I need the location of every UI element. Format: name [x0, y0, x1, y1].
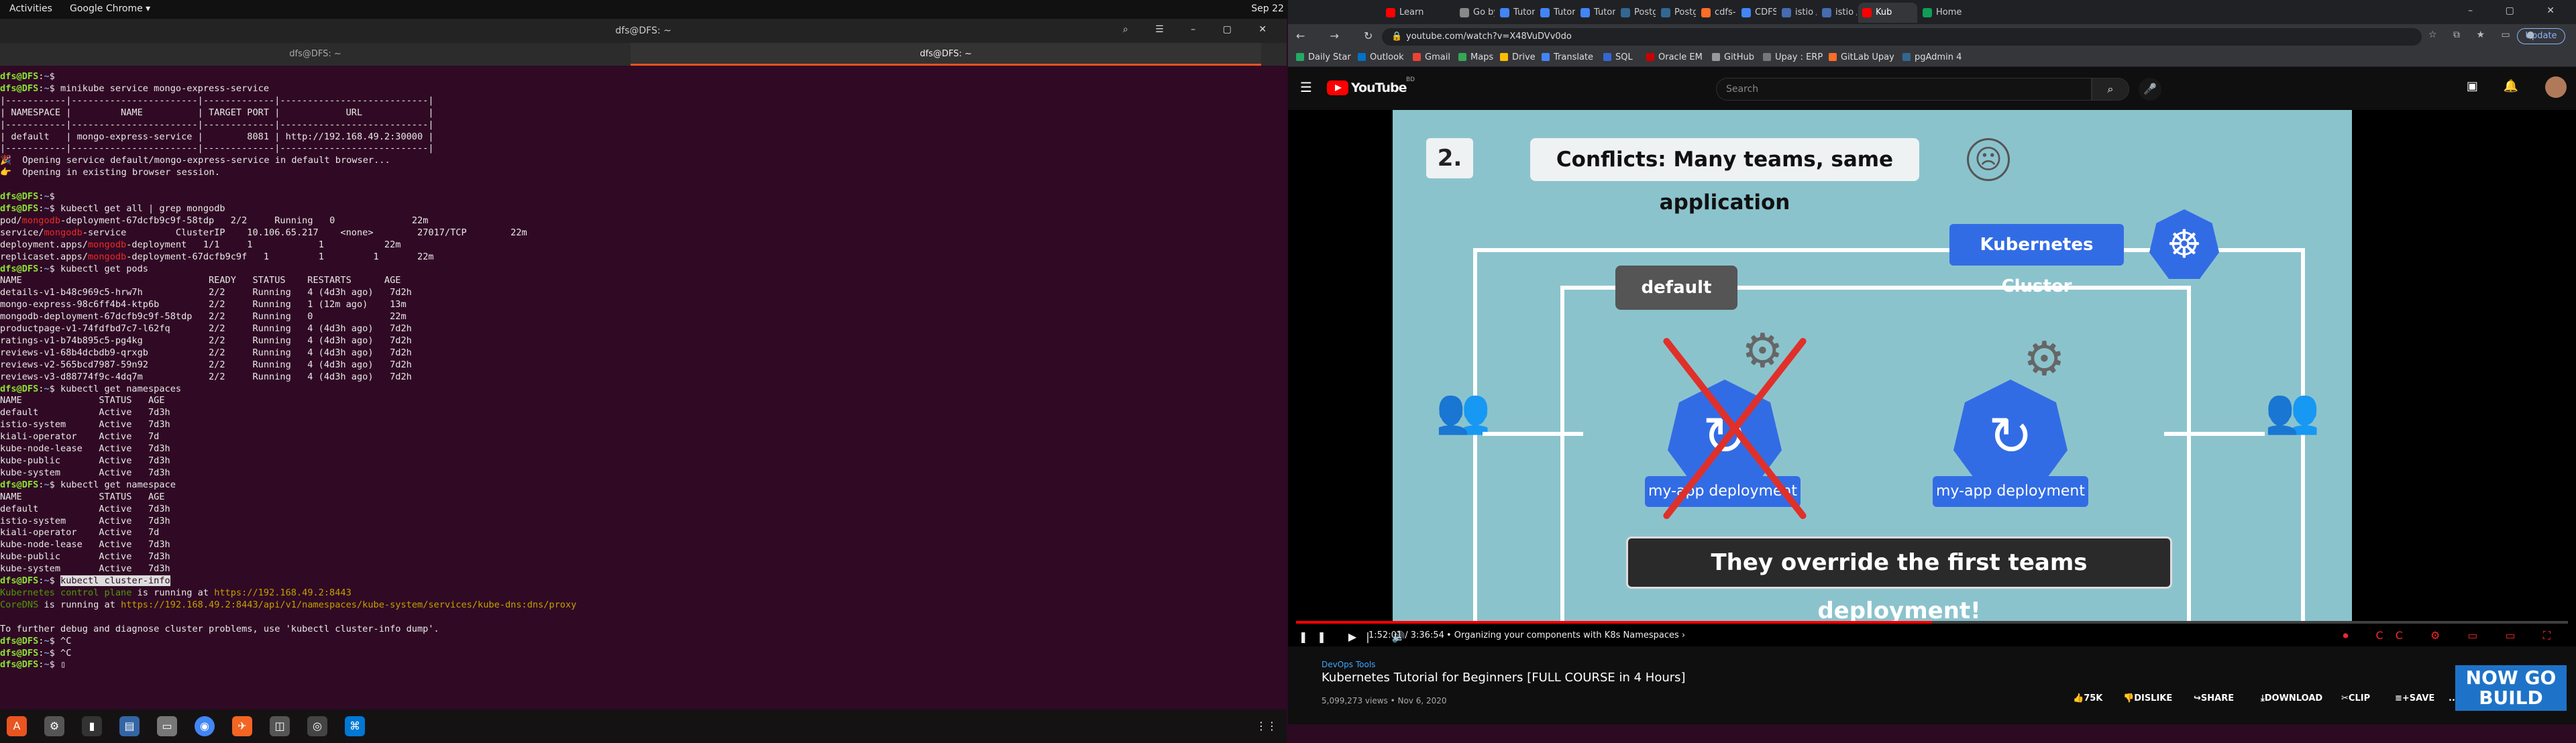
- browser-tab[interactable]: Postg: [1617, 3, 1656, 23]
- browser-tab[interactable]: Go by: [1456, 3, 1495, 23]
- bookmark[interactable]: GitLab Upay: [1829, 52, 1894, 62]
- browser-tab[interactable]: istio /: [1818, 3, 1857, 23]
- youtube-header: ☰ YouTube BD Search ⌕ 🎤 ▣ 🔔: [1288, 67, 2576, 110]
- deployment-label: my-app deployment: [1933, 476, 2088, 507]
- progress-bar[interactable]: [1296, 621, 2568, 624]
- browser-tab[interactable]: Tutori: [1496, 3, 1535, 23]
- bookmark[interactable]: Translate: [1542, 52, 1593, 62]
- terminal-output[interactable]: dfs@DFS:~$ dfs@DFS:~$ minikube service m…: [0, 71, 1287, 715]
- lock-icon: 🔒: [1391, 32, 1403, 42]
- video-frame: 2. Conflicts: Many teams, same applicati…: [1393, 110, 2352, 624]
- bookmark[interactable]: Daily Star: [1296, 52, 1351, 62]
- bookmark[interactable]: Maps: [1458, 52, 1493, 62]
- address-bar[interactable]: 🔒 youtube.com/watch?v=X48VuDVv0do: [1382, 28, 2422, 46]
- browser-tab[interactable]: Tutori: [1576, 3, 1615, 23]
- browser-tab[interactable]: cdfs-i: [1697, 3, 1736, 23]
- screenshot-icon[interactable]: ◫: [270, 716, 290, 736]
- terminal-tab-1[interactable]: dfs@DFS: ~: [0, 43, 631, 66]
- tab-strip: Learn Go by Tutori Tutori Tutori Postg P…: [1288, 0, 2576, 24]
- gear-icon: ⚙: [2023, 331, 2065, 386]
- view-count: 5,099,273 views • Nov 6, 2020: [1322, 696, 1447, 705]
- header-actions[interactable]: ▣ 🔔: [2467, 79, 2529, 93]
- team-people-icon: 👥: [2265, 385, 2320, 437]
- app-menu[interactable]: Google Chrome ▾: [70, 3, 150, 14]
- app-grid-icon[interactable]: ⋮⋮: [1256, 716, 1277, 736]
- window-controls[interactable]: – ▢ ✕: [2468, 5, 2569, 16]
- video-meta: DevOps Tools Kubernetes Tutorial for Beg…: [1288, 646, 2576, 724]
- bookmark[interactable]: Oracle EM: [1646, 52, 1703, 62]
- bookmark[interactable]: Gmail: [1413, 52, 1450, 62]
- player-controls: ❚❚ ▶| 🔊 1:52:01 / 3:36:54 • Organizing y…: [1288, 621, 2576, 646]
- progress-fill: [1296, 621, 1932, 624]
- folder-icon[interactable]: ▭: [157, 716, 177, 736]
- like-button[interactable]: 👍 75K: [2073, 693, 2102, 703]
- share-button[interactable]: ↪ SHARE: [2194, 693, 2234, 703]
- terminal-tabs: dfs@DFS: ~ dfs@DFS: ~: [0, 43, 1287, 66]
- bookmark[interactable]: pgAdmin 4: [1902, 52, 1962, 62]
- player-settings[interactable]: ⏺ CC ⚙ ▭ ▭ ⛶: [2343, 629, 2563, 642]
- ad-banner[interactable]: NOW GO BUILD: [2455, 665, 2567, 711]
- slide-number: 2.: [1426, 138, 1473, 178]
- bookmark[interactable]: Upay : ERP: [1763, 52, 1823, 62]
- bookmarks-bar: Daily Star Outlook Gmail Maps Drive Tran…: [1288, 48, 2576, 67]
- browser-tab[interactable]: CDFS: [1737, 3, 1776, 23]
- browser-tab[interactable]: Postg: [1657, 3, 1696, 23]
- bookmark[interactable]: Outlook: [1358, 52, 1404, 62]
- arrow-icon: [1483, 432, 1583, 436]
- terminal-tab-2[interactable]: dfs@DFS: ~: [631, 43, 1261, 66]
- terminal-window[interactable]: dfs@DFS: ~ ⌕ ☰ – ▢ ✕ dfs@DFS: ~ dfs@DFS:…: [0, 19, 1287, 743]
- update-button[interactable]: Update: [2517, 28, 2565, 44]
- slide-heading: Conflicts: Many teams, same application: [1530, 138, 1919, 215]
- activities-button[interactable]: Activities: [9, 3, 52, 14]
- video-player[interactable]: 2. Conflicts: Many teams, same applicati…: [1288, 110, 2576, 646]
- bookmark[interactable]: GitHub: [1712, 52, 1754, 62]
- terminal-icon[interactable]: ▮: [82, 716, 102, 736]
- youtube-logo-icon[interactable]: [1327, 80, 1348, 95]
- files-icon[interactable]: ▤: [119, 716, 140, 736]
- mic-icon[interactable]: 🎤: [2139, 78, 2161, 101]
- sad-face-icon: ☹: [1967, 138, 2010, 181]
- browser-tab[interactable]: istio /: [1778, 3, 1817, 23]
- hamburger-menu-icon[interactable]: ☰: [1300, 79, 1312, 95]
- terminal-title: dfs@DFS: ~: [615, 25, 672, 36]
- search-input[interactable]: Search: [1716, 78, 2092, 101]
- bookmark[interactable]: Drive: [1500, 52, 1536, 62]
- arrow-icon: [2164, 432, 2265, 436]
- chrome-icon[interactable]: ◉: [195, 716, 215, 736]
- chapter-title[interactable]: • Organizing your components with K8s Na…: [1446, 630, 1685, 640]
- youtube-logo-text[interactable]: YouTube: [1351, 80, 1407, 95]
- video-title: Kubernetes Tutorial for Beginners [FULL …: [1322, 671, 1686, 685]
- dbeaver-icon[interactable]: ◎: [307, 716, 327, 736]
- download-button[interactable]: ⤓ DOWNLOAD: [2261, 693, 2322, 703]
- save-button[interactable]: ≡+ SAVE: [2395, 693, 2434, 703]
- cluster-label: Kubernetes Cluster: [1949, 224, 2124, 296]
- time-display: 1:52:01 / 3:36:54: [1368, 630, 1444, 640]
- browser-tab-active[interactable]: Kub: [1858, 3, 1917, 23]
- terminal-titlebar: dfs@DFS: ~ ⌕ ☰ – ▢ ✕: [0, 19, 1287, 43]
- clip-button[interactable]: ✂ CLIP: [2341, 693, 2370, 703]
- dislike-button[interactable]: 👎 DISLIKE: [2123, 693, 2172, 703]
- browser-tab[interactable]: Learn: [1382, 3, 1456, 23]
- team-people-icon: 👥: [1436, 385, 1491, 437]
- bookmark[interactable]: SQL: [1603, 52, 1633, 62]
- postman-icon[interactable]: ✈: [232, 716, 252, 736]
- country-code: BD: [1406, 76, 1415, 83]
- browser-tab[interactable]: Tutori: [1536, 3, 1575, 23]
- vscode-icon[interactable]: ⌘: [345, 716, 365, 736]
- toolbar: ← → ↻ ⌂ 🔒 youtube.com/watch?v=X48VuDVv0do…: [1288, 24, 2576, 48]
- settings-icon[interactable]: ⚙: [44, 716, 64, 736]
- channel-name[interactable]: DevOps Tools: [1322, 660, 1375, 669]
- ubuntu-software-icon[interactable]: A: [7, 716, 27, 736]
- search-button[interactable]: ⌕: [2092, 78, 2129, 101]
- dock: A ⚙ ▮ ▤ ▭ ◉ ✈ ◫ ◎ ⌘ ⋮⋮: [0, 709, 1287, 743]
- namespace-label: default: [1615, 266, 1737, 310]
- avatar[interactable]: [2545, 76, 2567, 98]
- chrome-window: Learn Go by Tutori Tutori Tutori Postg P…: [1288, 0, 2576, 724]
- browser-tab[interactable]: Home: [1919, 3, 1972, 23]
- window-controls[interactable]: ⌕ ☰ – ▢ ✕: [1123, 24, 1279, 35]
- override-banner: They override the first teams deployment…: [1626, 536, 2172, 624]
